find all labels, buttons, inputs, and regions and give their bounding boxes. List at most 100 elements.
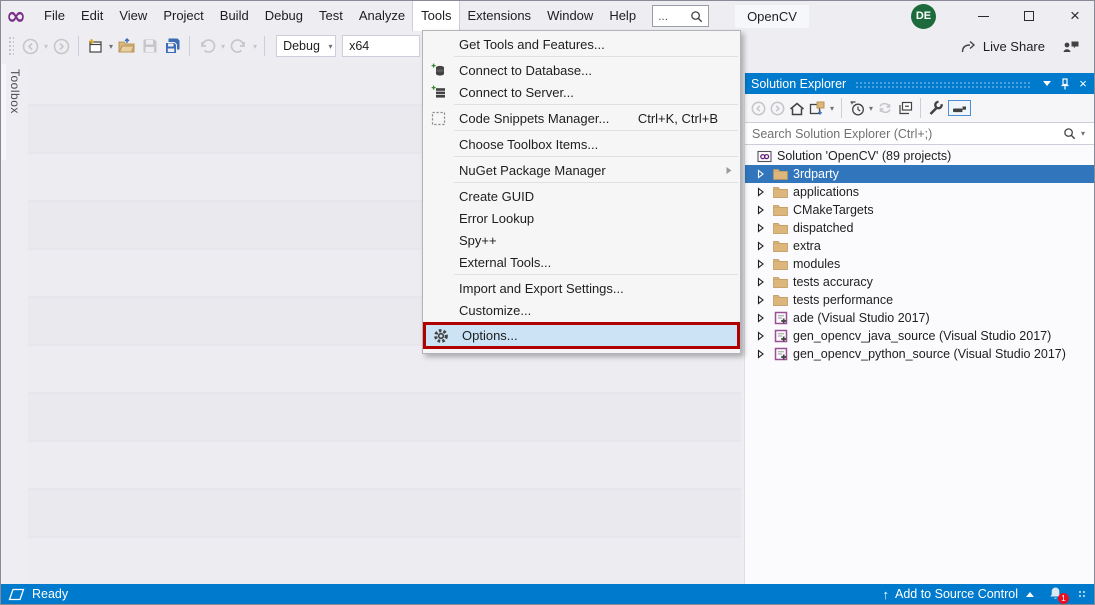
solution-platform-dropdown[interactable]: x64 [342,35,420,57]
menubar-item[interactable]: Test [311,1,351,31]
search-options-dropdown[interactable]: ▾ [1079,129,1087,138]
menubar-item[interactable]: Analyze [351,1,413,31]
redo-dropdown[interactable]: ▾ [251,42,259,51]
menu-item[interactable]: Options... [423,322,740,349]
notifications-button[interactable]: 1 [1048,586,1066,602]
tree-item[interactable]: dispatched [745,219,1094,237]
folder-icon [772,294,789,306]
undo-icon[interactable] [195,34,219,58]
collapse-all-icon[interactable] [895,96,915,120]
preview-selected-items-toggle[interactable] [948,100,971,116]
tree-item-label: gen_opencv_python_source (Visual Studio … [793,347,1066,361]
open-file-icon[interactable] [115,34,139,58]
menu-item[interactable]: External Tools... [423,251,740,273]
expand-arrow-icon[interactable] [756,241,772,251]
tree-item[interactable]: 3rdparty [745,165,1094,183]
menubar-item[interactable]: Build [212,1,257,31]
expand-arrow-icon[interactable] [756,205,772,215]
menu-item[interactable]: Get Tools and Features... [423,33,740,55]
pin-icon[interactable] [1056,74,1074,94]
save-icon[interactable] [139,34,161,58]
menubar-item[interactable]: Window [539,1,601,31]
menu-separator [454,156,738,157]
forward-icon[interactable] [768,96,787,120]
solution-explorer-search[interactable]: Search Solution Explorer (Ctrl+;) ▾ [745,122,1094,145]
home-icon[interactable] [787,96,807,120]
expand-arrow-icon[interactable] [756,169,772,179]
menubar-item[interactable]: Help [601,1,644,31]
menu-item[interactable]: Connect to Database... [423,59,740,81]
save-all-icon[interactable] [161,34,184,58]
tree-item[interactable]: applications [745,183,1094,201]
tree-item[interactable]: tests accuracy [745,273,1094,291]
pending-changes-dropdown[interactable]: ▾ [867,104,875,113]
menu-item[interactable]: Error Lookup [423,207,740,229]
menubar-item[interactable]: Debug [257,1,311,31]
search-placeholder: Search Solution Explorer (Ctrl+;) [752,127,1063,141]
close-panel-icon[interactable]: × [1074,74,1092,94]
tree-item[interactable]: gen_opencv_python_source (Visual Studio … [745,345,1094,363]
navigate-back-dropdown[interactable]: ▾ [42,42,50,51]
undo-dropdown[interactable]: ▾ [219,42,227,51]
tree-item[interactable]: Solution 'OpenCV' (89 projects) [745,147,1094,165]
sync-with-active-document-icon[interactable] [875,96,895,120]
menu-item[interactable]: Spy++ [423,229,740,251]
menu-item[interactable]: Customize... [423,299,740,321]
add-to-source-control-button[interactable]: ↑ Add to Source Control [883,587,1035,602]
tree-item[interactable]: gen_opencv_java_source (Visual Studio 20… [745,327,1094,345]
tree-item[interactable]: modules [745,255,1094,273]
expand-arrow-icon[interactable] [756,331,772,341]
menubar-item[interactable]: Edit [73,1,111,31]
menu-item[interactable]: Code Snippets Manager... Ctrl+K, Ctrl+B [423,107,740,129]
tree-item[interactable]: tests performance [745,291,1094,309]
expand-arrow-icon[interactable] [756,223,772,233]
expand-arrow-icon[interactable] [756,259,772,269]
redo-icon[interactable] [227,34,251,58]
expand-arrow-icon[interactable] [756,313,772,323]
feedback-button[interactable] [1062,39,1080,54]
new-project-icon[interactable] [84,34,107,58]
search-placeholder: ... [658,11,690,21]
menu-item[interactable]: Create GUID [423,185,740,207]
expand-arrow-icon[interactable] [756,277,772,287]
live-share-button[interactable]: Live Share [960,38,1045,54]
toolbar-grip[interactable] [8,36,14,56]
menu-item[interactable]: Choose Toolbox Items... [423,133,740,155]
pending-changes-filter-icon[interactable] [847,96,867,120]
menubar-item[interactable]: Project [155,1,211,31]
tree-item-label: modules [793,257,840,271]
navigate-back-icon[interactable] [19,34,42,58]
properties-wrench-icon[interactable] [926,96,946,120]
expand-arrow-icon[interactable] [756,349,772,359]
expand-arrow-icon[interactable] [756,295,772,305]
quick-launch-search[interactable]: ... [652,5,709,27]
menubar-item[interactable]: View [111,1,155,31]
solution-configuration-dropdown[interactable]: Debug▾ [276,35,336,57]
switch-views-dropdown[interactable]: ▾ [828,104,836,113]
menubar-item[interactable]: Extensions [459,1,539,31]
menu-item[interactable]: Connect to Server... [423,81,740,103]
expand-arrow-icon[interactable] [756,187,772,197]
resize-grip[interactable] [1078,590,1086,598]
tree-item[interactable]: ade (Visual Studio 2017) [745,309,1094,327]
maximize-button[interactable] [1012,2,1046,31]
minimize-button[interactable] [966,2,1000,31]
tree-item-label: dispatched [793,221,853,235]
menu-item[interactable]: Import and Export Settings... [423,277,740,299]
panel-menu-icon[interactable] [1038,74,1056,94]
toolbox-tab[interactable]: Toolbox [8,69,22,114]
menubar-item[interactable]: File [36,1,73,31]
tree-item[interactable]: extra [745,237,1094,255]
navigate-forward-icon[interactable] [50,34,73,58]
switch-views-icon[interactable] [807,96,828,120]
tree-item-label: Solution 'OpenCV' (89 projects) [777,149,951,163]
back-icon[interactable] [749,96,768,120]
tree-item[interactable]: CMakeTargets [745,201,1094,219]
user-avatar[interactable]: DE [911,4,936,29]
folder-icon [772,186,789,198]
menubar-item[interactable]: Tools [413,1,459,31]
solution-explorer-titlebar[interactable]: Solution Explorer × [745,73,1094,94]
close-button[interactable]: × [1058,2,1092,31]
menu-item[interactable]: NuGet Package Manager [423,159,740,181]
new-project-dropdown[interactable]: ▾ [107,42,115,51]
